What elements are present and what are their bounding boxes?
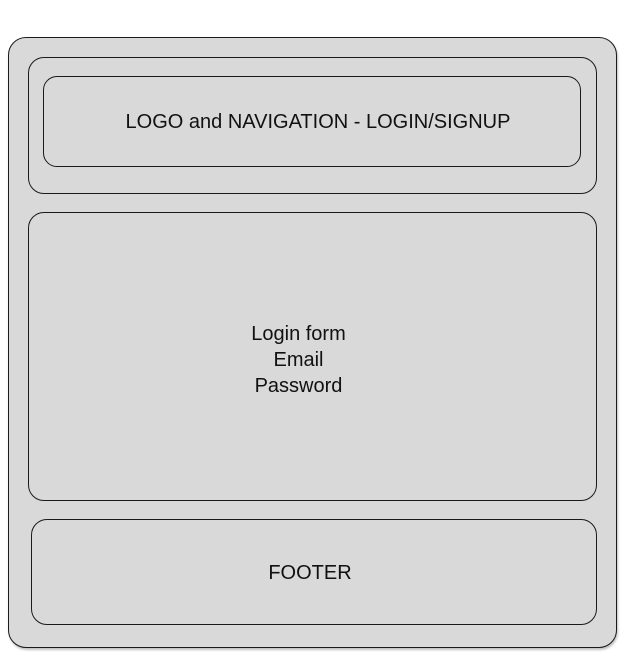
password-label: Password — [254, 375, 343, 397]
footer-label: FOOTER — [268, 562, 352, 584]
login-form-section: Login form Email Password — [28, 212, 597, 501]
login-form-text: Login form Email Password — [227, 321, 370, 399]
header-nav-box: LOGO and NAVIGATION - LOGIN/SIGNUP — [43, 76, 581, 167]
login-form-title: Login form — [251, 323, 346, 345]
header-label: LOGO and NAVIGATION - LOGIN/SIGNUP — [125, 110, 511, 133]
footer-section: FOOTER — [31, 519, 597, 625]
email-label: Email — [273, 349, 324, 371]
